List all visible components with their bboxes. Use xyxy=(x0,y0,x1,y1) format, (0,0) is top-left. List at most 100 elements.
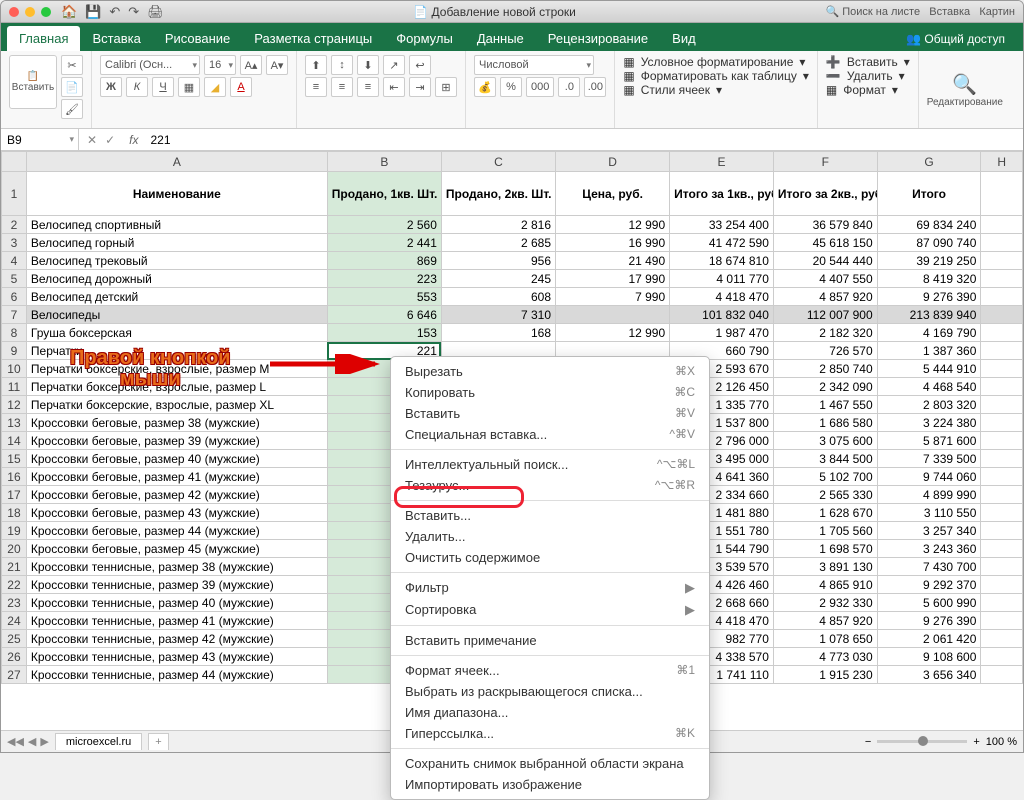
find-icon[interactable]: 🔍 xyxy=(952,72,977,97)
cell-G14[interactable]: 5 871 600 xyxy=(877,432,981,450)
col-header-A[interactable]: A xyxy=(26,152,327,172)
wrap-text-icon[interactable]: ↩ xyxy=(409,55,431,75)
zoom-out-icon[interactable]: − xyxy=(865,736,871,748)
nav-prev-icon[interactable]: ◀ xyxy=(28,735,36,748)
select-all-corner[interactable] xyxy=(2,152,27,172)
cell-B3[interactable]: 2 441 xyxy=(327,234,441,252)
cell-F6[interactable]: 4 857 920 xyxy=(773,288,877,306)
share-button[interactable]: 👥 Общий доступ xyxy=(894,27,1017,51)
col-header-D[interactable]: D xyxy=(556,152,670,172)
cut-icon[interactable]: ✂ xyxy=(61,55,83,75)
cell-A5[interactable]: Велосипед дорожный xyxy=(26,270,327,288)
cell-A24[interactable]: Кроссовки теннисные, размер 41 (мужские) xyxy=(26,612,327,630)
menu-item-22[interactable]: Сохранить снимок выбранной области экран… xyxy=(391,753,709,774)
cell-F22[interactable]: 4 865 910 xyxy=(773,576,877,594)
menu-item-20[interactable]: Гиперссылка...⌘K xyxy=(391,723,709,744)
row-header-14[interactable]: 14 xyxy=(2,432,27,450)
cell-B6[interactable]: 553 xyxy=(327,288,441,306)
tab-formulas[interactable]: Формулы xyxy=(384,26,465,51)
cell-A2[interactable]: Велосипед спортивный xyxy=(26,216,327,234)
cell-A17[interactable]: Кроссовки беговые, размер 42 (мужские) xyxy=(26,486,327,504)
cell-F19[interactable]: 1 705 560 xyxy=(773,522,877,540)
cell-A13[interactable]: Кроссовки беговые, размер 38 (мужские) xyxy=(26,414,327,432)
col-header-F[interactable]: F xyxy=(773,152,877,172)
menu-item-12[interactable]: Фильтр▶ xyxy=(391,577,709,599)
cell-G6[interactable]: 9 276 390 xyxy=(877,288,981,306)
row-header-3[interactable]: 3 xyxy=(2,234,27,252)
row-header-25[interactable]: 25 xyxy=(2,630,27,648)
cancel-formula-icon[interactable]: ✕ xyxy=(87,133,97,147)
cell-B7[interactable]: 6 646 xyxy=(327,306,441,324)
font-color-icon[interactable]: A xyxy=(230,77,252,97)
align-right-icon[interactable]: ≡ xyxy=(357,77,379,97)
cell-F9[interactable]: 726 570 xyxy=(773,342,877,360)
row-header-16[interactable]: 16 xyxy=(2,468,27,486)
cell-G8[interactable]: 4 169 790 xyxy=(877,324,981,342)
row-header-23[interactable]: 23 xyxy=(2,594,27,612)
indent-inc-icon[interactable]: ⇥ xyxy=(409,77,431,97)
cell-A15[interactable]: Кроссовки беговые, размер 40 (мужские) xyxy=(26,450,327,468)
cell-G9[interactable]: 1 387 360 xyxy=(877,342,981,360)
cell-F12[interactable]: 1 467 550 xyxy=(773,396,877,414)
cell-F14[interactable]: 3 075 600 xyxy=(773,432,877,450)
save-icon[interactable]: 💾 xyxy=(85,4,101,20)
search-placeholder[interactable]: Поиск на листе xyxy=(842,6,920,18)
cell-G20[interactable]: 3 243 360 xyxy=(877,540,981,558)
menu-item-13[interactable]: Сортировка▶ xyxy=(391,599,709,621)
cell-G2[interactable]: 69 834 240 xyxy=(877,216,981,234)
row-header-22[interactable]: 22 xyxy=(2,576,27,594)
header-cell-D[interactable]: Цена, руб. xyxy=(556,172,670,216)
add-sheet-button[interactable]: + xyxy=(148,733,168,750)
row-header-7[interactable]: 7 xyxy=(2,306,27,324)
cell-A19[interactable]: Кроссовки беговые, размер 44 (мужские) xyxy=(26,522,327,540)
cell-D7[interactable] xyxy=(556,306,670,324)
copy-icon[interactable]: 📄 xyxy=(61,77,83,97)
cell-G3[interactable]: 87 090 740 xyxy=(877,234,981,252)
menu-item-9[interactable]: Удалить... xyxy=(391,526,709,547)
cell-A3[interactable]: Велосипед горный xyxy=(26,234,327,252)
cell-F13[interactable]: 1 686 580 xyxy=(773,414,877,432)
cell-A26[interactable]: Кроссовки теннисные, размер 43 (мужские) xyxy=(26,648,327,666)
cell-E5[interactable]: 4 011 770 xyxy=(670,270,774,288)
row-header-6[interactable]: 6 xyxy=(2,288,27,306)
cell-D8[interactable]: 12 990 xyxy=(556,324,670,342)
row-header-12[interactable]: 12 xyxy=(2,396,27,414)
italic-button[interactable]: К xyxy=(126,77,148,97)
cell-G21[interactable]: 7 430 700 xyxy=(877,558,981,576)
row-header-19[interactable]: 19 xyxy=(2,522,27,540)
cell-D3[interactable]: 16 990 xyxy=(556,234,670,252)
menu-kartin[interactable]: Картин xyxy=(979,6,1015,18)
row-header-13[interactable]: 13 xyxy=(2,414,27,432)
align-center-icon[interactable]: ≡ xyxy=(331,77,353,97)
tab-draw[interactable]: Рисование xyxy=(153,26,242,51)
menu-item-10[interactable]: Очистить содержимое xyxy=(391,547,709,568)
cell-G5[interactable]: 8 419 320 xyxy=(877,270,981,288)
cell-C8[interactable]: 168 xyxy=(441,324,555,342)
cell-A27[interactable]: Кроссовки теннисные, размер 44 (мужские) xyxy=(26,666,327,684)
cell-F21[interactable]: 3 891 130 xyxy=(773,558,877,576)
col-header-B[interactable]: B xyxy=(327,152,441,172)
cell-E8[interactable]: 1 987 470 xyxy=(670,324,774,342)
cell-C6[interactable]: 608 xyxy=(441,288,555,306)
menu-item-6[interactable]: Тезаурус...^⌥⌘R xyxy=(391,475,709,496)
cell-G22[interactable]: 9 292 370 xyxy=(877,576,981,594)
cell-G16[interactable]: 9 744 060 xyxy=(877,468,981,486)
cell-A6[interactable]: Велосипед детский xyxy=(26,288,327,306)
cell-E6[interactable]: 4 418 470 xyxy=(670,288,774,306)
increase-font-icon[interactable]: A▴ xyxy=(240,55,262,75)
format-as-table-button[interactable]: ▦ Форматировать как таблицу ▾ xyxy=(623,69,809,83)
cell-F20[interactable]: 1 698 570 xyxy=(773,540,877,558)
cell-G12[interactable]: 2 803 320 xyxy=(877,396,981,414)
cell-A21[interactable]: Кроссовки теннисные, размер 38 (мужские) xyxy=(26,558,327,576)
header-cell-G[interactable]: Итого xyxy=(877,172,981,216)
cell-F25[interactable]: 1 078 650 xyxy=(773,630,877,648)
cell-A25[interactable]: Кроссовки теннисные, размер 42 (мужские) xyxy=(26,630,327,648)
cell-F27[interactable]: 1 915 230 xyxy=(773,666,877,684)
cell-E4[interactable]: 18 674 810 xyxy=(670,252,774,270)
row-header-10[interactable]: 10 xyxy=(2,360,27,378)
cell-C7[interactable]: 7 310 xyxy=(441,306,555,324)
cell-B8[interactable]: 153 xyxy=(327,324,441,342)
tab-view[interactable]: Вид xyxy=(660,26,708,51)
cell-G10[interactable]: 5 444 910 xyxy=(877,360,981,378)
row-header-27[interactable]: 27 xyxy=(2,666,27,684)
